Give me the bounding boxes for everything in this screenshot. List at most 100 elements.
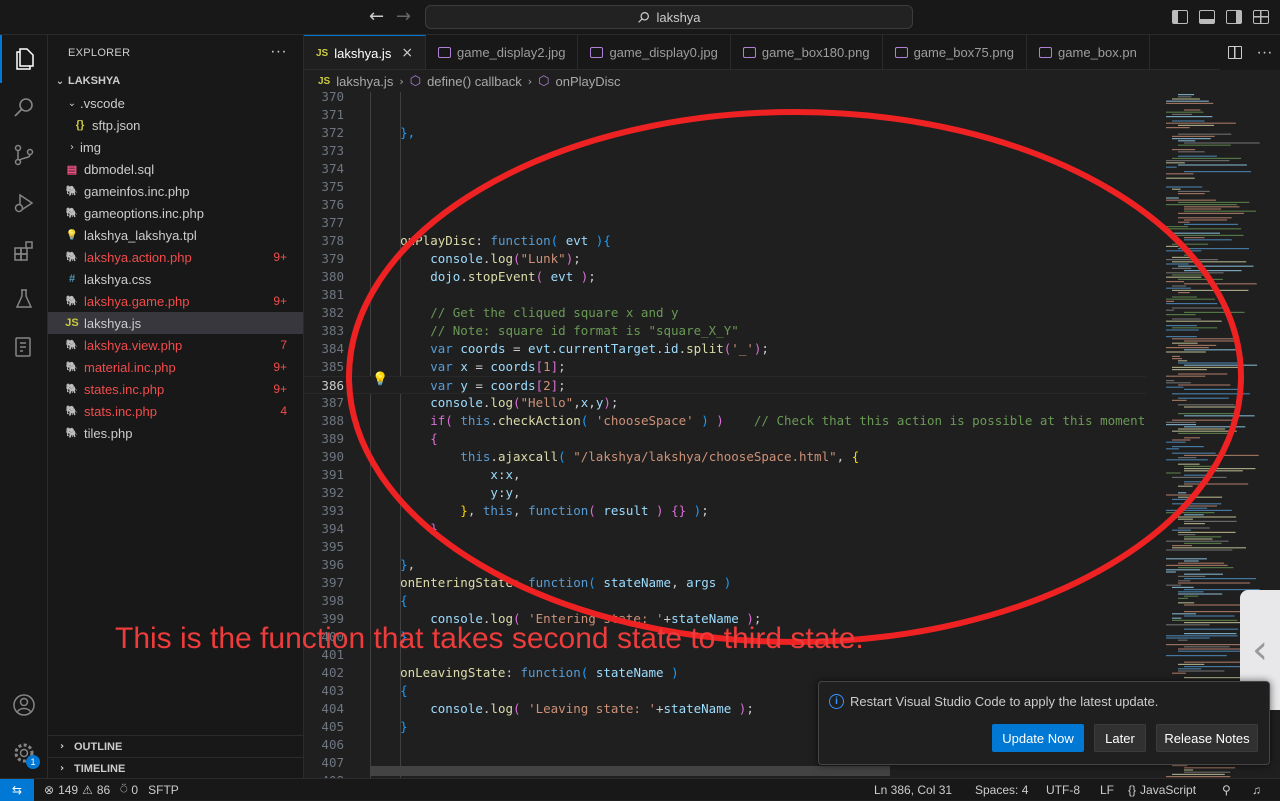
manage-activity[interactable]: 1: [0, 729, 48, 777]
code-line[interactable]: 396 },: [304, 556, 1146, 574]
code-line[interactable]: 374: [304, 160, 1146, 178]
timeline-section[interactable]: › TIMELINE: [48, 757, 304, 779]
code-line[interactable]: 388 if( this.checkAction( 'chooseSpace' …: [304, 412, 1146, 430]
extensions-activity[interactable]: [0, 227, 48, 275]
code-line[interactable]: 383 // Note: square id format is "square…: [304, 322, 1146, 340]
file-item[interactable]: {} sftp.json: [48, 114, 303, 136]
toggle-primary-sidebar-icon[interactable]: [1172, 10, 1188, 24]
remote-explorer-activity[interactable]: [0, 323, 48, 371]
file-item[interactable]: 🐘 material.inc.php 9+: [48, 356, 303, 378]
split-editor-icon[interactable]: [1227, 46, 1242, 59]
code-line[interactable]: 391 x:x,: [304, 466, 1146, 484]
code-line[interactable]: 381: [304, 286, 1146, 304]
bell-icon[interactable]: ♫: [1252, 783, 1261, 797]
arrow-right-icon[interactable]: →: [396, 6, 411, 27]
code-line[interactable]: 379 console.log("Lunk");: [304, 250, 1146, 268]
file-item[interactable]: 🐘 gameinfos.inc.php: [48, 180, 303, 202]
explorer-activity[interactable]: [0, 35, 48, 83]
update-now-button[interactable]: Update Now: [992, 724, 1084, 752]
code-line[interactable]: 395: [304, 538, 1146, 556]
encoding[interactable]: UTF-8: [1046, 783, 1080, 797]
tab-game-box-pn[interactable]: game_box.pn: [1027, 35, 1150, 69]
code-token: (: [535, 269, 551, 284]
file-item[interactable]: JS lakshya.js: [48, 312, 303, 334]
breadcrumb-callback[interactable]: define() callback: [427, 74, 522, 89]
cursor-position[interactable]: Ln 386, Col 31: [874, 783, 952, 797]
file-item[interactable]: 🐘 lakshya.game.php 9+: [48, 290, 303, 312]
code-line[interactable]: 371: [304, 106, 1146, 124]
language-mode[interactable]: {} JavaScript: [1128, 783, 1196, 797]
run-debug-activity[interactable]: [0, 179, 48, 227]
code-line[interactable]: 375: [304, 178, 1146, 196]
code-line[interactable]: 398 {: [304, 592, 1146, 610]
later-button[interactable]: Later: [1094, 724, 1146, 752]
code-line[interactable]: 392 y:y,: [304, 484, 1146, 502]
search-activity[interactable]: [0, 83, 48, 131]
code-line[interactable]: 372 },: [304, 124, 1146, 142]
indentation[interactable]: Spaces: 4: [975, 783, 1028, 797]
outline-section[interactable]: › OUTLINE: [48, 735, 304, 757]
more-actions-icon[interactable]: ···: [1257, 44, 1273, 62]
customize-layout-icon[interactable]: [1253, 10, 1269, 24]
code-line[interactable]: 377: [304, 214, 1146, 232]
code-line[interactable]: 370: [304, 92, 1146, 106]
file-item[interactable]: 🐘 lakshya.view.php 7: [48, 334, 303, 356]
lightbulb-icon[interactable]: 💡: [372, 372, 388, 387]
testing-activity[interactable]: [0, 275, 48, 323]
release-notes-button[interactable]: Release Notes: [1156, 724, 1258, 752]
tab-game-box75-png[interactable]: game_box75.png: [883, 35, 1028, 69]
close-icon[interactable]: ×: [401, 45, 413, 61]
folder-item[interactable]: › img: [48, 136, 303, 158]
code-line[interactable]: 376: [304, 196, 1146, 214]
tab-game-box180-png[interactable]: game_box180.png: [731, 35, 883, 69]
file-item[interactable]: ▤ dbmodel.sql: [48, 158, 303, 180]
tab-game-display0-jpg[interactable]: game_display0.jpg: [578, 35, 731, 69]
code-line[interactable]: 382 // Get the cliqued square x and y: [304, 304, 1146, 322]
code-line[interactable]: 397 onEnteringState: function( stateName…: [304, 574, 1146, 592]
code-line[interactable]: 373: [304, 142, 1146, 160]
search-icon: [14, 98, 33, 117]
minimap-line: [1178, 373, 1228, 375]
problems-indicator[interactable]: ⊗ 149 ⚠ 86: [44, 783, 110, 797]
code-line[interactable]: 393 }, this, function( result ) {} );: [304, 502, 1146, 520]
file-item[interactable]: 🐘 states.inc.php 9+: [48, 378, 303, 400]
code-line[interactable]: 378 onPlayDisc: function( evt ){: [304, 232, 1146, 250]
workspace-root[interactable]: ⌄ LAKSHYA: [48, 70, 303, 92]
ports-indicator[interactable]: ⍥ 0: [120, 782, 138, 797]
code-line[interactable]: 386 var y = coords[2];: [304, 376, 1146, 394]
breadcrumb-symbol[interactable]: onPlayDisc: [556, 74, 621, 89]
more-actions-icon[interactable]: ···: [270, 43, 287, 61]
code-line[interactable]: 389 {: [304, 430, 1146, 448]
end-of-line[interactable]: LF: [1100, 783, 1114, 797]
command-center-search[interactable]: lakshya: [425, 5, 913, 29]
folder-item[interactable]: ⌄ .vscode: [48, 92, 303, 114]
toggle-secondary-sidebar-icon[interactable]: [1226, 10, 1242, 24]
feedback-icon[interactable]: ⚲: [1222, 783, 1231, 797]
code-line[interactable]: 402 onLeavingState: function( stateName …: [304, 664, 1146, 682]
tab-lakshya-js[interactable]: JS lakshya.js ×: [304, 35, 427, 69]
code-editor[interactable]: 370 371 372 }, 373 374 375 376 377 378 onPlayDis…: [304, 92, 1146, 778]
code-line[interactable]: 390 this.ajaxcall( "/lakshya/lakshya/cho…: [304, 448, 1146, 466]
file-item[interactable]: # lakshya.css: [48, 268, 303, 290]
code-line[interactable]: 394 }: [304, 520, 1146, 538]
tab-game-display2-jpg[interactable]: game_display2.jpg: [426, 35, 579, 69]
file-item[interactable]: 🐘 stats.inc.php 4: [48, 400, 303, 422]
remote-indicator[interactable]: ⇆: [0, 778, 34, 801]
code-line[interactable]: 385 var x = coords[1];: [304, 358, 1146, 376]
code-line[interactable]: 380 dojo.stopEvent( evt );: [304, 268, 1146, 286]
code-line[interactable]: 387 console.log("Hello",x,y);: [304, 394, 1146, 412]
line-code: var x = coords[1];: [370, 358, 566, 376]
accounts-activity[interactable]: [0, 681, 48, 729]
file-item[interactable]: 🐘 tiles.php: [48, 422, 303, 444]
sftp-indicator[interactable]: SFTP: [148, 783, 179, 797]
breadcrumb-file[interactable]: lakshya.js: [336, 74, 393, 89]
arrow-left-icon[interactable]: ←: [369, 6, 384, 27]
file-item[interactable]: 🐘 lakshya.action.php 9+: [48, 246, 303, 268]
image-file-icon: [438, 47, 452, 58]
file-item[interactable]: 💡 lakshya_lakshya.tpl: [48, 224, 303, 246]
horizontal-scrollbar[interactable]: [370, 766, 890, 776]
file-item[interactable]: 🐘 gameoptions.inc.php: [48, 202, 303, 224]
code-line[interactable]: 384 var coords = evt.currentTarget.id.sp…: [304, 340, 1146, 358]
source-control-activity[interactable]: [0, 131, 48, 179]
toggle-panel-icon[interactable]: [1199, 10, 1215, 24]
